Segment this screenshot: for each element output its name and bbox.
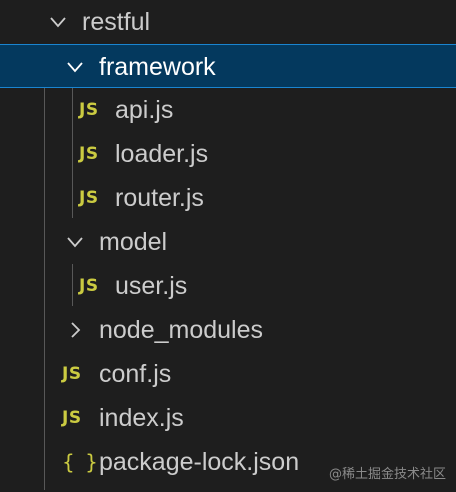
js-file-icon: JS bbox=[62, 364, 82, 384]
file-row-router-js[interactable]: JS router.js bbox=[0, 176, 456, 220]
file-row-api-js[interactable]: JS api.js bbox=[0, 88, 456, 132]
file-label: index.js bbox=[99, 404, 184, 432]
folder-label: restful bbox=[82, 8, 151, 36]
folder-label: node_modules bbox=[99, 316, 264, 344]
file-row-user-js[interactable]: JS user.js bbox=[0, 264, 456, 308]
file-explorer-tree: restful framework JS api.js JS loader.js… bbox=[0, 0, 456, 492]
folder-row-framework[interactable]: framework bbox=[0, 44, 456, 88]
chevron-down-icon[interactable] bbox=[61, 220, 89, 264]
watermark: @稀土掘金技术社区 bbox=[328, 467, 446, 482]
js-file-icon: JS bbox=[62, 408, 82, 428]
file-label: loader.js bbox=[115, 140, 209, 168]
folder-label: model bbox=[99, 228, 168, 256]
chevron-down-icon[interactable] bbox=[61, 45, 89, 89]
folder-row-node-modules[interactable]: node_modules bbox=[0, 308, 456, 352]
chevron-right-icon[interactable] bbox=[61, 308, 89, 352]
file-label: conf.js bbox=[99, 360, 172, 388]
folder-label: framework bbox=[99, 53, 216, 81]
js-file-icon: JS bbox=[79, 100, 99, 120]
file-label: user.js bbox=[115, 272, 188, 300]
file-row-loader-js[interactable]: JS loader.js bbox=[0, 132, 456, 176]
folder-row-model[interactable]: model bbox=[0, 220, 456, 264]
js-file-icon: JS bbox=[79, 276, 99, 296]
folder-row-restful[interactable]: restful bbox=[0, 0, 456, 44]
js-file-icon: JS bbox=[79, 144, 99, 164]
file-label: api.js bbox=[115, 96, 174, 124]
file-row-index-js[interactable]: JS index.js bbox=[0, 396, 456, 440]
file-label: router.js bbox=[115, 184, 204, 212]
chevron-down-icon[interactable] bbox=[44, 0, 72, 44]
json-file-icon: { } bbox=[62, 450, 100, 474]
file-label: package-lock.json bbox=[99, 448, 300, 476]
js-file-icon: JS bbox=[79, 188, 99, 208]
file-row-conf-js[interactable]: JS conf.js bbox=[0, 352, 456, 396]
